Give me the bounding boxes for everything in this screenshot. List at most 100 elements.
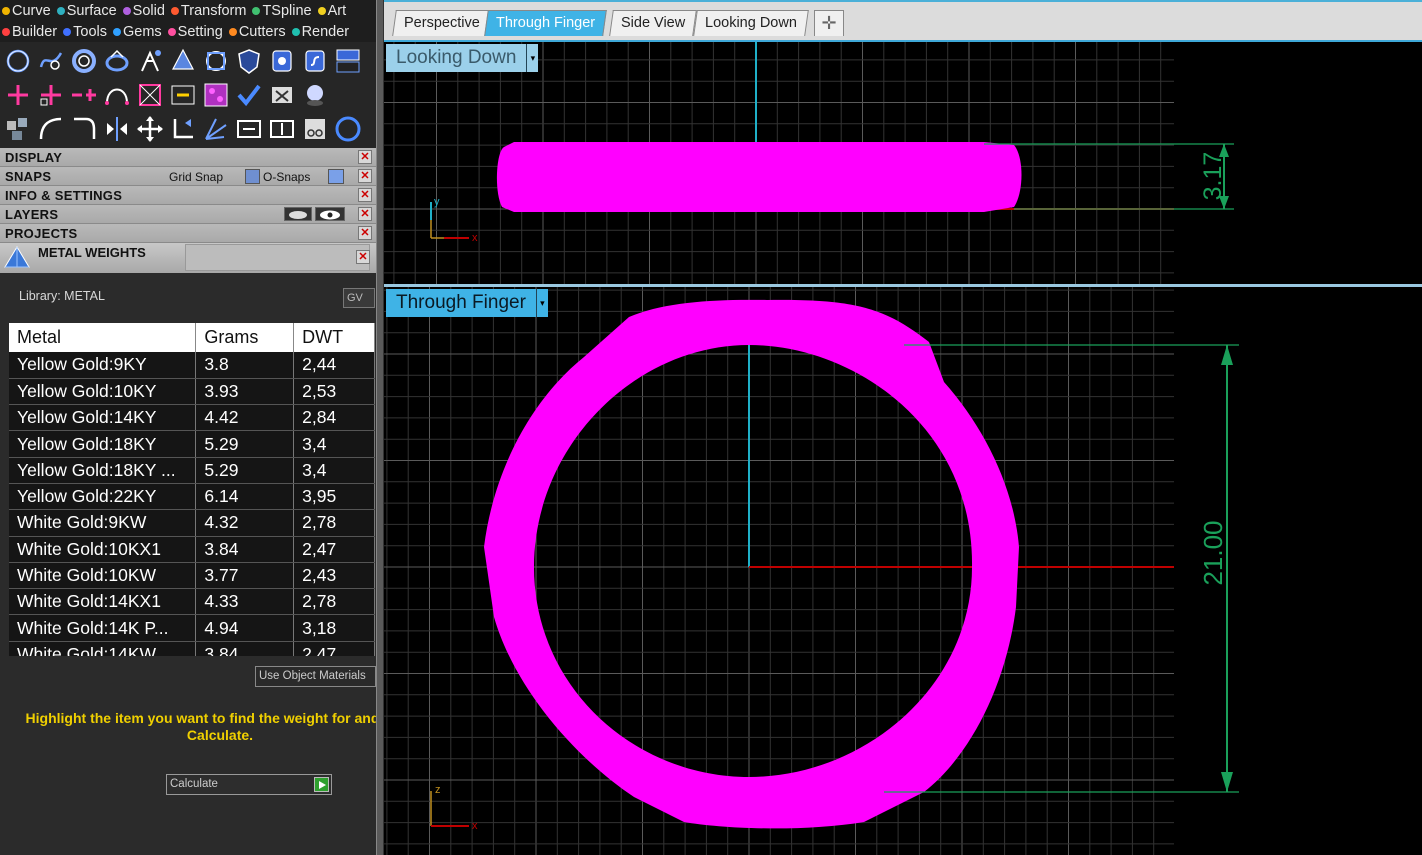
use-object-materials-button[interactable]: Use Object Materials xyxy=(255,666,376,687)
menu-cutters[interactable]: Cutters xyxy=(227,24,286,40)
column-header[interactable]: Metal xyxy=(9,323,197,352)
ring-tool-icon[interactable] xyxy=(69,46,99,76)
menu-transform[interactable]: Transform xyxy=(169,3,246,19)
panel-splitter[interactable] xyxy=(376,0,384,855)
layer-shape-icon[interactable] xyxy=(284,207,312,221)
table-row[interactable]: Yellow Gold:10KY 3.93 2,53 xyxy=(9,378,375,406)
ungroup-tool-icon[interactable] xyxy=(267,114,297,144)
close-icon[interactable]: ✕ xyxy=(358,226,372,240)
bend-tool-icon[interactable] xyxy=(36,114,66,144)
move-tool-icon[interactable] xyxy=(135,114,165,144)
metal-name-cell: Yellow Gold:9KY xyxy=(9,352,197,379)
menu-bullet-icon xyxy=(2,27,10,36)
table-row[interactable]: White Gold:14KW 3.84 2,47 xyxy=(9,641,375,656)
cylinder-tool-icon[interactable] xyxy=(267,46,297,76)
delete-tool-icon[interactable] xyxy=(267,80,297,110)
projects-section[interactable]: PROJECTS ✕ xyxy=(0,224,376,243)
table-row[interactable]: Yellow Gold:14KY 4.42 2,84 xyxy=(9,404,375,432)
calculate-field[interactable]: Calculate xyxy=(166,774,332,795)
table-row[interactable]: White Gold:10KX1 3.84 2,47 xyxy=(9,536,375,563)
grams-cell: 3.84 xyxy=(195,536,295,563)
looking-down-view-label[interactable]: Looking Down ▾ xyxy=(386,44,539,72)
tab-through-finger[interactable]: Through Finger xyxy=(484,10,607,36)
menu-surface[interactable]: Surface xyxy=(55,3,117,19)
looking-down-canvas[interactable]: 3.17 y x xyxy=(384,42,1422,284)
table-row[interactable]: Yellow Gold:9KY 3.8 2,44 xyxy=(9,352,375,379)
close-icon[interactable]: ✕ xyxy=(358,207,372,221)
menu-gems[interactable]: Gems xyxy=(111,24,162,40)
tab-side-view[interactable]: Side View xyxy=(609,10,698,36)
column-header[interactable]: Grams xyxy=(195,323,295,352)
menu-curve[interactable]: Curve xyxy=(0,3,51,19)
table-row[interactable]: Yellow Gold:22KY 6.14 3,95 xyxy=(9,483,375,511)
shield-tool-icon[interactable] xyxy=(234,46,264,76)
close-icon[interactable]: ✕ xyxy=(358,150,372,164)
menu-bullet-icon xyxy=(113,27,121,36)
grid-snap-toggle[interactable] xyxy=(245,169,260,184)
script-tool-icon[interactable] xyxy=(300,46,330,76)
freeform-curve-icon[interactable] xyxy=(36,46,66,76)
column-header[interactable]: DWT xyxy=(293,323,375,352)
menu-builder[interactable]: Builder xyxy=(0,24,57,40)
scatter-tool-icon[interactable] xyxy=(201,114,231,144)
close-icon[interactable]: ✕ xyxy=(356,250,370,264)
link-tool-icon[interactable] xyxy=(168,80,198,110)
add-point-icon[interactable] xyxy=(3,80,33,110)
mirror-tool-icon[interactable] xyxy=(102,114,132,144)
menu-setting[interactable]: Setting xyxy=(166,24,223,40)
group-tool-icon[interactable] xyxy=(234,114,264,144)
menu-art[interactable]: Art xyxy=(316,3,346,19)
corner-tool-icon[interactable] xyxy=(168,114,198,144)
pattern-tool-icon[interactable] xyxy=(201,80,231,110)
blocks-tool-icon[interactable] xyxy=(3,114,33,144)
table-row[interactable]: White Gold:10KW 3.77 2,43 xyxy=(9,562,375,590)
ring-top-silhouette[interactable] xyxy=(496,142,1022,212)
dwt-cell: 3,4 xyxy=(293,430,375,458)
table-row[interactable]: White Gold:14KX1 4.33 2,78 xyxy=(9,588,375,616)
check-tool-icon[interactable] xyxy=(234,80,264,110)
bezel-tool-icon[interactable] xyxy=(201,46,231,76)
layers-section[interactable]: LAYERS ✕ xyxy=(0,205,376,224)
snaps-section[interactable]: SNAPS Grid Snap O-Snaps ✕ xyxy=(0,167,376,186)
ring-profile-silhouette[interactable] xyxy=(484,299,1019,829)
add-tab-icon[interactable]: ✛ xyxy=(814,10,844,36)
gem-cone-icon[interactable] xyxy=(168,46,198,76)
viewport-through-finger[interactable]: 21.00 z x Through Finger ▾ xyxy=(384,284,1422,855)
fillet-tool-icon[interactable] xyxy=(69,114,99,144)
table-row[interactable]: White Gold:14K P... 4.94 3,18 xyxy=(9,614,375,642)
chevron-down-icon[interactable]: ▾ xyxy=(526,44,539,72)
menu-render[interactable]: Render xyxy=(290,24,349,40)
prong-tool-icon[interactable] xyxy=(135,46,165,76)
view-mode-icon[interactable] xyxy=(333,46,363,76)
remove-point-icon[interactable] xyxy=(69,80,99,110)
menu-tspline[interactable]: TSpline xyxy=(250,3,312,19)
arc-tool-icon[interactable] xyxy=(102,80,132,110)
sphere-tool-icon[interactable] xyxy=(300,80,330,110)
eye-icon[interactable] xyxy=(315,207,345,221)
viewport-looking-down[interactable]: 3.17 y x Looking Down ▾ xyxy=(384,40,1422,284)
tab-looking-down[interactable]: Looking Down xyxy=(693,10,809,36)
shank-tool-icon[interactable] xyxy=(102,46,132,76)
chevron-down-icon[interactable]: ▾ xyxy=(535,289,548,317)
menu-tools[interactable]: Tools xyxy=(61,24,107,40)
calculate-go-button[interactable] xyxy=(314,777,329,792)
close-icon[interactable]: ✕ xyxy=(358,188,372,202)
close-icon[interactable]: ✕ xyxy=(358,169,372,183)
node-edit-icon[interactable] xyxy=(135,80,165,110)
menu-solid[interactable]: Solid xyxy=(121,3,165,19)
through-finger-view-label[interactable]: Through Finger ▾ xyxy=(386,289,548,317)
cut-tool-icon[interactable] xyxy=(300,114,330,144)
table-row[interactable]: Yellow Gold:18KY 5.29 3,4 xyxy=(9,430,375,458)
tab-perspective[interactable]: Perspective xyxy=(392,10,492,36)
gv-button[interactable]: GV xyxy=(343,288,375,308)
circle-select-icon[interactable] xyxy=(333,114,363,144)
through-finger-canvas[interactable]: 21.00 z x xyxy=(384,287,1422,855)
info-settings-section[interactable]: INFO & SETTINGS ✕ xyxy=(0,186,376,205)
insert-point-icon[interactable] xyxy=(36,80,66,110)
display-section[interactable]: DISPLAY ✕ xyxy=(0,148,376,167)
circle-tool-icon[interactable] xyxy=(3,46,33,76)
table-row[interactable]: White Gold:9KW 4.32 2,78 xyxy=(9,509,375,537)
table-row[interactable]: Yellow Gold:18KY ... 5.29 3,4 xyxy=(9,457,375,484)
o-snaps-toggle[interactable] xyxy=(328,169,344,184)
projects-section-title: PROJECTS xyxy=(5,225,78,241)
